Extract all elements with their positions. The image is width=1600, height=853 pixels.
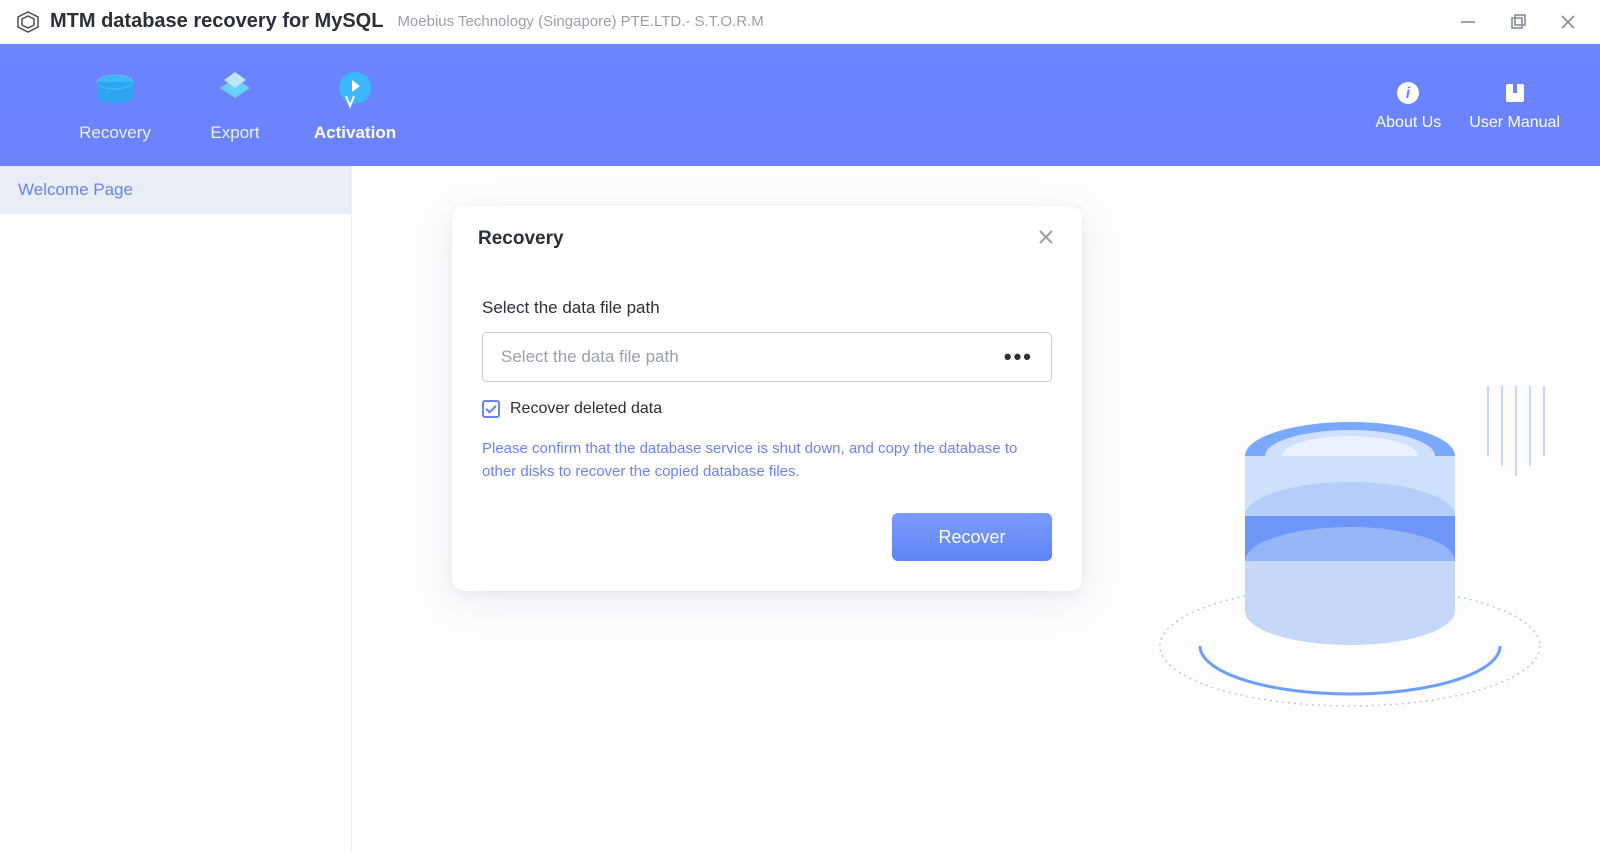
- path-field-row: •••: [482, 332, 1052, 382]
- sidebar: Welcome Page: [0, 166, 352, 853]
- body-area: Welcome Page: [0, 166, 1600, 853]
- path-field-label: Select the data file path: [482, 298, 1052, 318]
- dialog-body: Select the data file path ••• Recover de…: [452, 272, 1082, 591]
- toolbar-item-activation[interactable]: Activation: [295, 67, 415, 143]
- recovery-icon: [92, 67, 138, 115]
- dialog-note: Please confirm that the database service…: [482, 438, 1052, 483]
- activation-icon: [332, 67, 378, 115]
- toolbar-item-label: Export: [210, 123, 259, 143]
- app-subtitle: Moebius Technology (Singapore) PTE.LTD.-…: [397, 13, 763, 30]
- sidebar-item-label: Welcome Page: [18, 180, 133, 200]
- app-title: MTM database recovery for MySQL: [50, 10, 383, 33]
- recover-deleted-label: Recover deleted data: [510, 400, 662, 418]
- recover-deleted-checkbox[interactable]: [482, 400, 500, 418]
- main-toolbar: Recovery Export Activation i About Us: [0, 44, 1600, 166]
- dialog-title: Recovery: [478, 228, 564, 250]
- database-illustration: [1140, 316, 1560, 736]
- toolbar-item-label: Recovery: [79, 123, 151, 143]
- about-us-button[interactable]: i About Us: [1375, 78, 1441, 132]
- minimize-button[interactable]: [1456, 10, 1480, 34]
- recover-deleted-row: Recover deleted data: [482, 400, 1052, 418]
- content-area: Recovery Select the data file path ••• R: [352, 166, 1600, 853]
- browse-button[interactable]: •••: [1000, 344, 1037, 370]
- dialog-close-button[interactable]: [1036, 227, 1056, 252]
- recovery-dialog: Recovery Select the data file path ••• R: [452, 206, 1082, 591]
- app-logo-icon: [16, 10, 40, 34]
- titlebar: MTM database recovery for MySQL Moebius …: [0, 0, 1600, 44]
- export-icon: [212, 67, 258, 115]
- dialog-actions: Recover: [482, 513, 1052, 561]
- sidebar-item-welcome[interactable]: Welcome Page: [0, 166, 351, 214]
- user-manual-label: User Manual: [1469, 114, 1560, 132]
- maximize-button[interactable]: [1506, 10, 1530, 34]
- toolbar-item-export[interactable]: Export: [175, 67, 295, 143]
- svg-text:i: i: [1406, 85, 1411, 102]
- window-controls: [1456, 10, 1590, 34]
- path-input[interactable]: [501, 347, 1000, 367]
- manual-icon: [1503, 78, 1527, 108]
- info-icon: i: [1396, 78, 1420, 108]
- dialog-header: Recovery: [452, 206, 1082, 272]
- recover-button[interactable]: Recover: [892, 513, 1052, 561]
- user-manual-button[interactable]: User Manual: [1469, 78, 1560, 132]
- toolbar-item-recovery[interactable]: Recovery: [55, 67, 175, 143]
- toolbar-item-label: Activation: [314, 123, 396, 143]
- about-us-label: About Us: [1375, 114, 1441, 132]
- close-button[interactable]: [1556, 10, 1580, 34]
